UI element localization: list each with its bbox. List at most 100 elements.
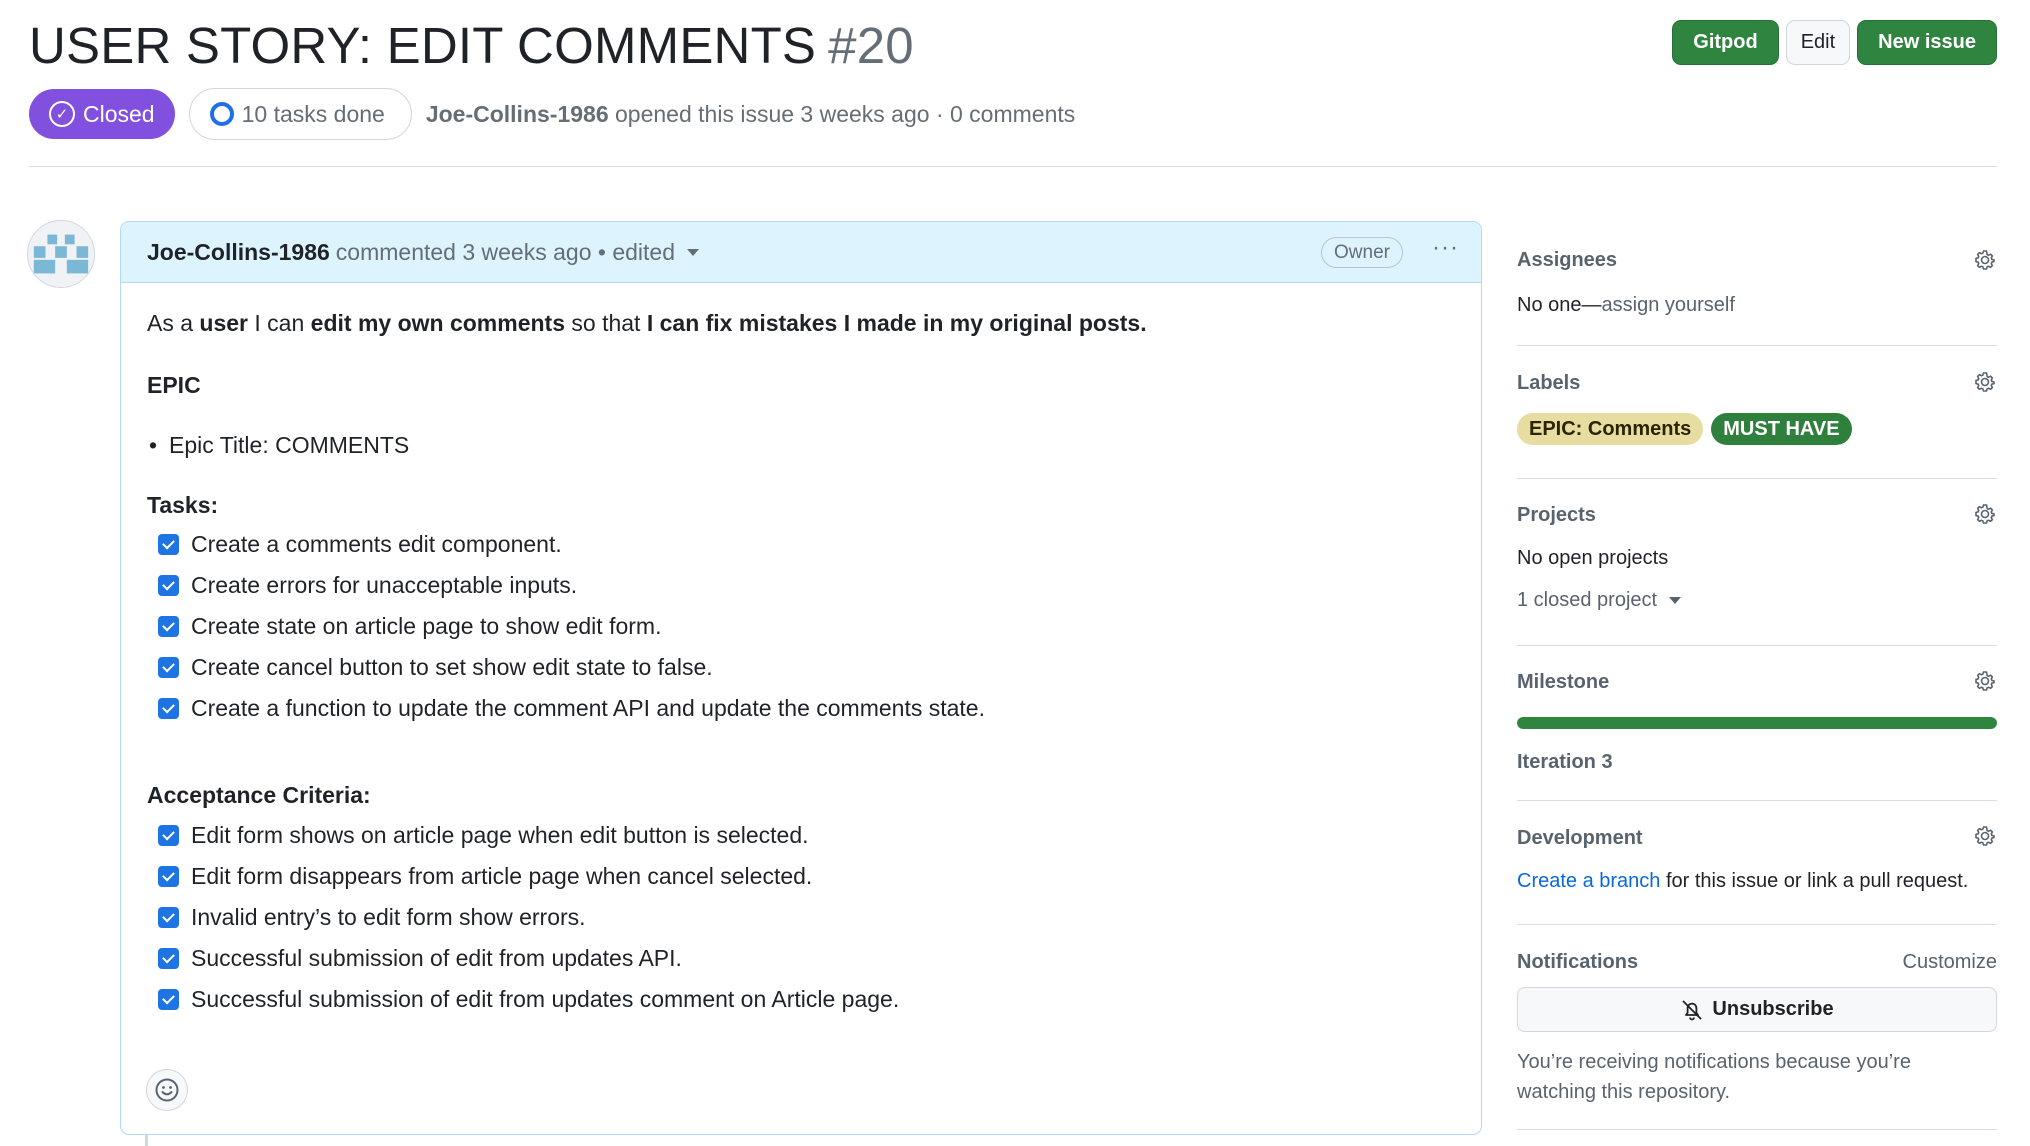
issue-author-link[interactable]: Joe-Collins-1986 — [426, 101, 609, 127]
issue-title-row: USER STORY: EDIT COMMENTS #20 — [29, 14, 914, 76]
assignees-title[interactable]: Assignees — [1517, 249, 1997, 272]
header-divider — [29, 166, 1997, 167]
milestone-progress-fill — [1517, 717, 1997, 729]
task-item: Create a function to update the comment … — [158, 695, 985, 722]
section-divider — [1517, 645, 1997, 646]
acceptance-item: Edit form shows on article page when edi… — [158, 822, 809, 849]
comment-header: Joe-Collins-1986 commented 3 weeks ago •… — [121, 222, 1481, 283]
tasks-heading: Tasks: — [147, 492, 219, 518]
smiley-icon — [155, 1078, 179, 1102]
labels-section: Labels EPIC: Comments MUST HAVE — [1517, 372, 1997, 445]
issue-title-text: USER STORY: EDIT COMMENTS — [29, 16, 817, 74]
gear-icon[interactable] — [1973, 824, 1997, 848]
section-divider — [1517, 345, 1997, 346]
acceptance-checkbox[interactable] — [158, 825, 179, 846]
gear-icon[interactable] — [1973, 669, 1997, 693]
header-actions: Gitpod Edit New issue — [1672, 20, 1997, 65]
assign-yourself-link[interactable]: assign yourself — [1602, 294, 1735, 316]
progress-ring-icon — [209, 102, 234, 126]
status-label: Closed — [83, 100, 155, 127]
customize-link[interactable]: Customize — [1903, 951, 1997, 974]
create-branch-link[interactable]: Create a branch — [1517, 870, 1660, 892]
epic-heading: EPIC — [147, 372, 201, 398]
issue-comment: Joe-Collins-1986 commented 3 weeks ago •… — [120, 221, 1482, 1135]
task-item: Create cancel button to set show edit st… — [158, 654, 713, 681]
task-label: Create cancel button to set show edit st… — [191, 654, 713, 680]
edit-button[interactable]: Edit — [1785, 20, 1851, 65]
closed-projects-label: 1 closed project — [1517, 589, 1658, 611]
story-text-2: I can — [248, 310, 311, 336]
label-epic-comments[interactable]: EPIC: Comments — [1517, 413, 1704, 445]
notification-reason: You’re receiving notifications because y… — [1517, 1051, 1911, 1103]
unsubscribe-button[interactable]: Unsubscribe — [1517, 987, 1997, 1032]
story-bold-2: edit my own comments — [310, 310, 565, 336]
milestone-title[interactable]: Milestone — [1517, 671, 1997, 694]
new-issue-button[interactable]: New issue — [1857, 20, 1997, 65]
acceptance-item: Invalid entry’s to edit form show errors… — [158, 904, 586, 931]
task-label: Create state on article page to show edi… — [191, 613, 662, 639]
section-divider — [1517, 924, 1997, 925]
gear-icon[interactable] — [1973, 502, 1997, 526]
gear-icon[interactable] — [1973, 248, 1997, 272]
acceptance-checkbox[interactable] — [158, 989, 179, 1010]
tasks-progress-badge[interactable]: 10 tasks done — [188, 88, 412, 140]
issue-title: USER STORY: EDIT COMMENTS #20 — [29, 16, 914, 75]
section-divider — [1517, 1129, 1997, 1130]
issue-number: #20 — [828, 16, 914, 74]
comment-author-link[interactable]: Joe-Collins-1986 — [147, 239, 330, 266]
check-circle-icon: ✓ — [49, 101, 75, 127]
acceptance-item: Successful submission of edit from updat… — [158, 945, 682, 972]
section-divider — [1517, 800, 1997, 801]
milestone-progress-bar — [1517, 717, 1997, 729]
task-checkbox[interactable] — [158, 534, 179, 555]
acceptance-item: Successful submission of edit from updat… — [158, 986, 899, 1013]
acceptance-checkbox[interactable] — [158, 866, 179, 887]
tasks-done-label: 10 tasks done — [241, 100, 385, 127]
story-bold-1: user — [199, 310, 249, 336]
task-item: Create errors for unacceptable inputs. — [158, 572, 577, 599]
unsubscribe-label: Unsubscribe — [1712, 998, 1834, 1020]
acceptance-label: Invalid entry’s to edit form show errors… — [191, 904, 586, 930]
gear-icon[interactable] — [1973, 370, 1997, 394]
story-text-1: As a — [147, 310, 200, 336]
labels-title[interactable]: Labels — [1517, 372, 1997, 395]
task-checkbox[interactable] — [158, 575, 179, 596]
milestone-name[interactable]: Iteration 3 — [1517, 751, 1997, 774]
story-text-3: so that — [565, 310, 647, 336]
section-divider — [1517, 478, 1997, 479]
assignees-section: Assignees No one—assign yourself — [1517, 249, 1997, 317]
projects-title[interactable]: Projects — [1517, 504, 1997, 527]
notifications-section: Notifications Customize Unsubscribe You’… — [1517, 951, 1997, 1103]
milestone-progress-wrap — [1517, 717, 1997, 729]
issue-meta: ✓ Closed 10 tasks done Joe-Collins-1986 … — [29, 88, 1075, 140]
acceptance-checkbox[interactable] — [158, 907, 179, 928]
task-checkbox[interactable] — [158, 657, 179, 678]
closed-projects-toggle[interactable]: 1 closed project — [1517, 589, 1997, 612]
story-bold-3: I can fix mistakes I made in my original… — [646, 310, 1147, 336]
opened-info: Joe-Collins-1986 opened this issue 3 wee… — [426, 101, 1075, 128]
comment-meta: commented 3 weeks ago • edited — [335, 238, 675, 265]
acceptance-item: Edit form disappears from article page w… — [158, 863, 812, 890]
task-label: Create a comments edit component. — [191, 531, 562, 557]
acceptance-label: Edit form disappears from article page w… — [191, 863, 813, 889]
assignees-value: No one—assign yourself — [1517, 294, 1997, 317]
gitpod-button[interactable]: Gitpod — [1672, 20, 1779, 65]
add-reaction-button[interactable] — [146, 1069, 188, 1111]
acceptance-label: Successful submission of edit from updat… — [191, 986, 900, 1012]
identicon-icon — [28, 221, 94, 287]
task-item: Create state on article page to show edi… — [158, 613, 661, 640]
task-label: Create errors for unacceptable inputs. — [191, 572, 578, 598]
no-assignee-text: No one— — [1517, 294, 1602, 316]
bell-slash-icon — [1683, 1000, 1702, 1020]
status-badge: ✓ Closed — [29, 89, 175, 139]
development-section: Development Create a branch for this iss… — [1517, 824, 1997, 893]
avatar[interactable] — [27, 220, 95, 288]
labels-list: EPIC: Comments MUST HAVE — [1517, 413, 1997, 445]
edit-history-chevron-icon[interactable] — [687, 248, 699, 256]
milestone-section: Milestone Iteration 3 — [1517, 671, 1997, 774]
task-checkbox[interactable] — [158, 616, 179, 637]
more-options-icon[interactable]: ··· — [1432, 236, 1459, 260]
acceptance-checkbox[interactable] — [158, 948, 179, 969]
task-checkbox[interactable] — [158, 698, 179, 719]
label-must-have[interactable]: MUST HAVE — [1711, 413, 1852, 445]
